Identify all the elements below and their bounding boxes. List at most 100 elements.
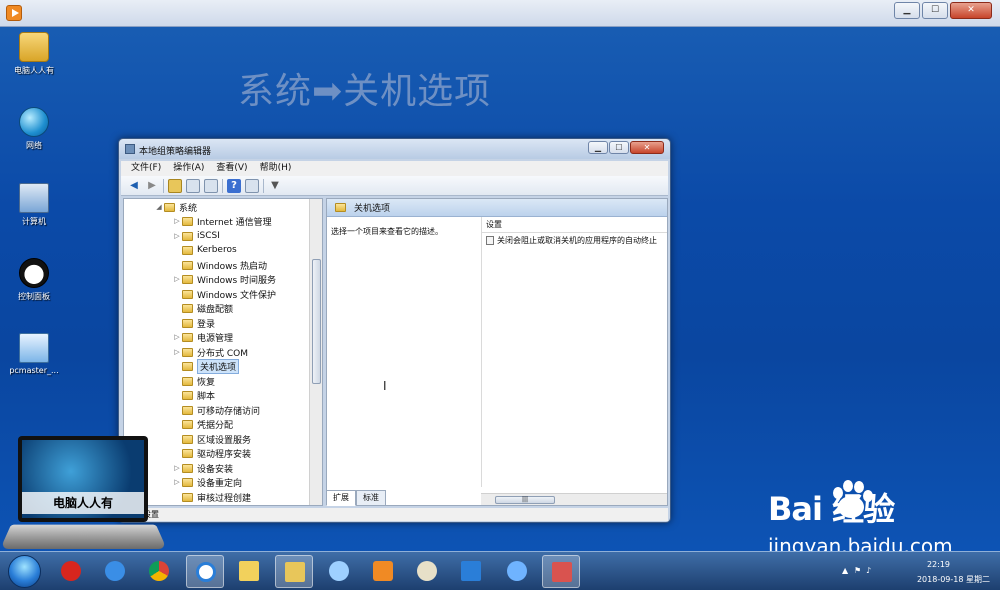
close-button[interactable]: ✕ bbox=[630, 141, 664, 154]
chevron-up-icon[interactable]: ▲ bbox=[842, 566, 850, 575]
tree-item[interactable]: ▷ 分布式 COM bbox=[172, 345, 248, 359]
taskbar-paint[interactable] bbox=[408, 555, 446, 588]
menu-file[interactable]: 文件(F) bbox=[131, 161, 161, 176]
flag-icon[interactable]: ⚑ bbox=[854, 566, 862, 575]
taskbar-app-10[interactable] bbox=[452, 555, 490, 588]
desktop-icon-user-folder[interactable]: 电脑人人有 bbox=[4, 32, 64, 76]
folder-icon bbox=[182, 419, 193, 429]
menu-bar: 文件(F) 操作(A) 查看(V) 帮助(H) bbox=[121, 161, 668, 176]
folder-icon bbox=[182, 289, 193, 299]
paint-icon bbox=[417, 561, 437, 581]
toolbar-separator bbox=[263, 178, 264, 193]
minimize-button[interactable]: ▁ bbox=[894, 2, 920, 19]
taskbar-app-7[interactable] bbox=[320, 555, 358, 588]
tree-item[interactable]: 脚本 bbox=[172, 388, 215, 402]
tree-item[interactable]: 可移动存储访问 bbox=[172, 403, 260, 417]
tree-scrollbar[interactable] bbox=[309, 199, 322, 505]
filter-icon[interactable]: ▼ bbox=[268, 179, 282, 193]
tree-item[interactable]: 恢复 bbox=[172, 374, 215, 388]
start-button[interactable] bbox=[8, 555, 41, 588]
tree-item[interactable]: Kerberos bbox=[172, 243, 237, 257]
collapse-arrow-icon[interactable]: ◢ bbox=[154, 203, 164, 211]
maximize-button[interactable]: ☐ bbox=[609, 141, 629, 154]
close-button[interactable]: ✕ bbox=[950, 2, 992, 19]
window-titlebar[interactable]: 本地组策略编辑器 ▁ ☐ ✕ bbox=[119, 139, 670, 159]
tree-item[interactable]: ▷ iSCSI bbox=[172, 229, 220, 243]
tree-item-label: iSCSI bbox=[197, 231, 220, 241]
tree-item-shutdown-options[interactable]: 关机选项 bbox=[172, 358, 240, 374]
app-blue-icon bbox=[461, 561, 481, 581]
show-hide-tree-icon[interactable] bbox=[186, 178, 200, 193]
minimize-button[interactable]: ▁ bbox=[588, 141, 608, 154]
menu-view[interactable]: 查看(V) bbox=[216, 161, 247, 176]
computer-icon bbox=[19, 183, 49, 213]
laptop-logo: 电脑人人有 bbox=[0, 436, 167, 553]
tree-item[interactable]: Windows 文件保护 bbox=[172, 287, 276, 301]
up-folder-icon[interactable] bbox=[168, 178, 182, 193]
desktop-icon-pcmaster[interactable]: pcmaster_... bbox=[4, 333, 64, 375]
app-pinwheel-icon bbox=[329, 561, 349, 581]
tree-item-label: Internet 通信管理 bbox=[197, 217, 272, 228]
taskbar-chrome[interactable] bbox=[140, 555, 178, 588]
help-icon[interactable]: ? bbox=[227, 178, 241, 193]
desktop-icon-network[interactable]: 网络 bbox=[4, 107, 64, 151]
tree-item[interactable]: Windows 热启动 bbox=[172, 258, 267, 272]
expand-arrow-icon[interactable]: ▷ bbox=[172, 348, 182, 356]
tree-item[interactable]: 登录 bbox=[172, 316, 215, 330]
taskbar-ie[interactable] bbox=[96, 555, 134, 588]
taskbar-app-1[interactable] bbox=[52, 555, 90, 588]
tab-extended[interactable]: 扩展 bbox=[326, 490, 356, 506]
clock-date[interactable]: 2018-09-18 星期二 bbox=[917, 574, 990, 585]
tree-item-label: 电源管理 bbox=[197, 333, 234, 344]
expand-arrow-icon[interactable]: ▷ bbox=[172, 464, 182, 472]
folder-icon bbox=[182, 477, 193, 487]
tree-item[interactable]: 磁盘配额 bbox=[172, 301, 233, 315]
maximize-button[interactable]: ☐ bbox=[922, 2, 948, 19]
tree-item[interactable]: ▷ 设备安装 bbox=[172, 461, 233, 475]
expand-arrow-icon[interactable]: ▷ bbox=[172, 333, 182, 341]
speaker-icon[interactable]: ♪ bbox=[866, 566, 874, 575]
tree-item-label: 设备安装 bbox=[197, 464, 234, 475]
export-list-icon[interactable] bbox=[204, 178, 218, 193]
expand-arrow-icon[interactable]: ▷ bbox=[172, 217, 182, 225]
list-item[interactable]: 关闭会阻止或取消关机的应用程序的自动终止 bbox=[482, 233, 667, 247]
tree-item[interactable]: 凭据分配 bbox=[172, 417, 233, 431]
menu-action[interactable]: 操作(A) bbox=[173, 161, 204, 176]
forward-arrow-icon[interactable]: ▶ bbox=[145, 179, 159, 193]
tree-scroll-thumb[interactable] bbox=[312, 259, 321, 384]
tree-item-system[interactable]: ◢ 系统 bbox=[154, 200, 197, 214]
details-header-label: 关机选项 bbox=[354, 204, 391, 214]
tree-item[interactable]: ▷ Internet 通信管理 bbox=[172, 214, 272, 228]
column-header-setting[interactable]: 设置 bbox=[482, 217, 667, 233]
toolbar-separator bbox=[163, 178, 164, 193]
tree-item[interactable]: 区域设置服务 bbox=[172, 432, 251, 446]
properties-icon[interactable] bbox=[245, 178, 259, 193]
expand-arrow-icon[interactable]: ▷ bbox=[172, 232, 182, 240]
taskbar-app-4[interactable] bbox=[186, 555, 224, 588]
tab-standard[interactable]: 标准 bbox=[356, 490, 386, 506]
network-globe-icon bbox=[19, 107, 49, 137]
desktop-icon-control-panel[interactable]: 控制面板 bbox=[4, 258, 64, 302]
clock-time[interactable]: 22:19 bbox=[927, 560, 950, 569]
taskbar-explorer[interactable] bbox=[275, 555, 313, 588]
folder-icon bbox=[182, 332, 193, 342]
tree-item[interactable]: ▷ Windows 时间服务 bbox=[172, 272, 276, 286]
tree-item[interactable]: ▷ 电源管理 bbox=[172, 330, 233, 344]
tree-item[interactable]: 审核过程创建 bbox=[172, 490, 251, 504]
tree-item[interactable]: ▷ 设备重定向 bbox=[172, 475, 242, 489]
settings-horizontal-scrollbar[interactable]: ||| bbox=[481, 493, 667, 505]
folder-icon bbox=[182, 376, 193, 386]
taskbar-group-policy[interactable] bbox=[542, 555, 580, 588]
taskbar-app-11[interactable] bbox=[498, 555, 536, 588]
desktop-icon-computer[interactable]: 计算机 bbox=[4, 183, 64, 227]
expand-arrow-icon[interactable]: ▷ bbox=[172, 478, 182, 486]
horizontal-scroll-thumb[interactable]: ||| bbox=[495, 496, 555, 504]
menu-help[interactable]: 帮助(H) bbox=[260, 161, 292, 176]
tree-item[interactable]: 驱动程序安装 bbox=[172, 446, 251, 460]
tree-item-label: 区域设置服务 bbox=[197, 435, 252, 446]
tree-item-label: 审核过程创建 bbox=[197, 493, 252, 504]
expand-arrow-icon[interactable]: ▷ bbox=[172, 275, 182, 283]
back-arrow-icon[interactable]: ◀ bbox=[127, 179, 141, 193]
taskbar-app-5[interactable] bbox=[230, 555, 268, 588]
taskbar-player[interactable] bbox=[364, 555, 402, 588]
